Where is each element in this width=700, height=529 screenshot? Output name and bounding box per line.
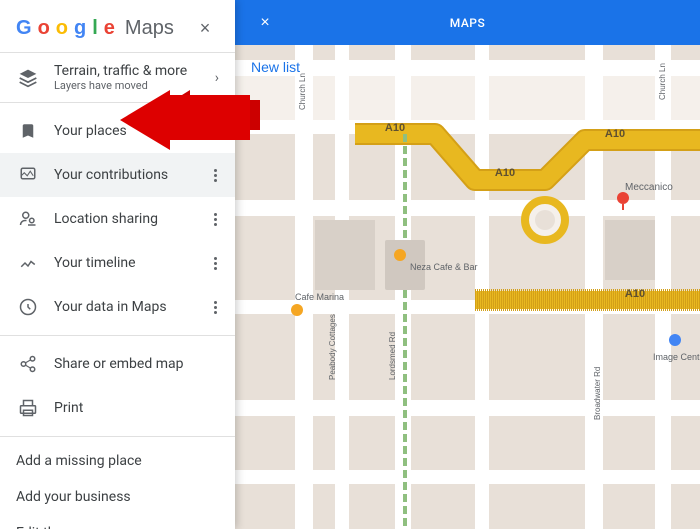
logo-e: e xyxy=(104,17,115,40)
svg-text:Peabody Cottages: Peabody Cottages xyxy=(328,314,337,380)
blue-close-icon: × xyxy=(260,14,269,32)
your-contributions-dots[interactable] xyxy=(212,167,219,184)
print-label: Print xyxy=(54,400,219,416)
menu-item-print[interactable]: Print xyxy=(0,386,235,430)
layers-icon xyxy=(16,66,40,90)
svg-text:Cafe Marina: Cafe Marina xyxy=(295,292,344,302)
print-icon xyxy=(16,396,40,420)
layers-text: Terrain, traffic & more Layers have move… xyxy=(54,63,215,92)
menu-section-2: Share or embed map Print xyxy=(0,336,235,437)
menu-item-your-places[interactable]: Your places xyxy=(0,109,235,153)
location-sharing-icon xyxy=(16,207,40,231)
blue-close-button[interactable]: × xyxy=(251,9,279,37)
menu-item-your-timeline[interactable]: Your timeline xyxy=(0,241,235,285)
new-list-button[interactable]: New list xyxy=(251,55,300,79)
menu-item-edit-map[interactable]: Edit the map xyxy=(0,515,235,529)
logo-g2: g xyxy=(74,17,86,40)
blue-header-bar: × MAPS xyxy=(235,0,700,45)
svg-text:Lordsmed Rd: Lordsmed Rd xyxy=(388,332,397,380)
data-icon xyxy=(16,295,40,319)
add-business-label: Add your business xyxy=(16,489,219,505)
svg-text:Neza Cafe & Bar: Neza Cafe & Bar xyxy=(410,262,478,272)
your-timeline-label: Your timeline xyxy=(54,255,212,271)
svg-text:Broadwater Rd: Broadwater Rd xyxy=(593,367,602,420)
logo-maps-text: Maps xyxy=(125,17,174,40)
menu-item-location-sharing[interactable]: Location sharing xyxy=(0,197,235,241)
layers-subtitle: Layers have moved xyxy=(54,79,215,92)
your-places-label: Your places xyxy=(54,123,212,139)
svg-text:Meccanico: Meccanico xyxy=(625,182,673,193)
timeline-icon xyxy=(16,251,40,275)
add-missing-place-label: Add a missing place xyxy=(16,453,219,469)
menu-section-1: Your places Your contributions xyxy=(0,103,235,336)
svg-text:A10: A10 xyxy=(605,128,625,140)
menu-item-add-missing-place[interactable]: Add a missing place xyxy=(0,443,235,479)
your-contributions-label: Your contributions xyxy=(54,167,212,183)
menu-item-your-contributions[interactable]: Your contributions xyxy=(0,153,235,197)
svg-text:A10: A10 xyxy=(385,122,405,134)
svg-text:A10: A10 xyxy=(625,288,645,300)
your-places-dots[interactable] xyxy=(212,123,219,140)
svg-text:A10: A10 xyxy=(495,167,515,179)
menu-item-your-data[interactable]: Your data in Maps xyxy=(0,285,235,329)
edit-map-label: Edit the map xyxy=(16,525,219,529)
menu-item-add-business[interactable]: Add your business xyxy=(0,479,235,515)
location-sharing-dots[interactable] xyxy=(212,211,219,228)
your-data-dots[interactable] xyxy=(212,299,219,316)
layers-title: Terrain, traffic & more xyxy=(54,63,215,79)
menu-item-share-embed[interactable]: Share or embed map xyxy=(0,342,235,386)
logo-l: l xyxy=(92,17,98,40)
svg-text:Image Centre: Image Centre xyxy=(653,352,700,362)
menu-section-3: Add a missing place Add your business Ed… xyxy=(0,437,235,529)
maps-label: MAPS xyxy=(450,16,485,30)
new-list-section: New list xyxy=(235,45,316,89)
your-data-label: Your data in Maps xyxy=(54,299,212,315)
logo-o2: o xyxy=(56,17,68,40)
close-button[interactable]: × xyxy=(191,14,219,42)
bookmark-icon xyxy=(16,119,40,143)
location-sharing-label: Location sharing xyxy=(54,211,212,227)
google-maps-logo: Google Maps xyxy=(16,17,174,40)
svg-text:Church Ln: Church Ln xyxy=(658,63,667,100)
logo-o1: o xyxy=(38,17,50,40)
layers-arrow-icon: › xyxy=(215,70,219,86)
logo-g: G xyxy=(16,17,32,40)
your-timeline-dots[interactable] xyxy=(212,255,219,272)
layers-section[interactable]: Terrain, traffic & more Layers have move… xyxy=(0,53,235,103)
share-embed-label: Share or embed map xyxy=(54,356,219,372)
sidebar-header: Google Maps × xyxy=(0,0,235,53)
share-icon xyxy=(16,352,40,376)
sidebar: Google Maps × Terrain, traffic & more La… xyxy=(0,0,235,529)
contributions-icon xyxy=(16,163,40,187)
